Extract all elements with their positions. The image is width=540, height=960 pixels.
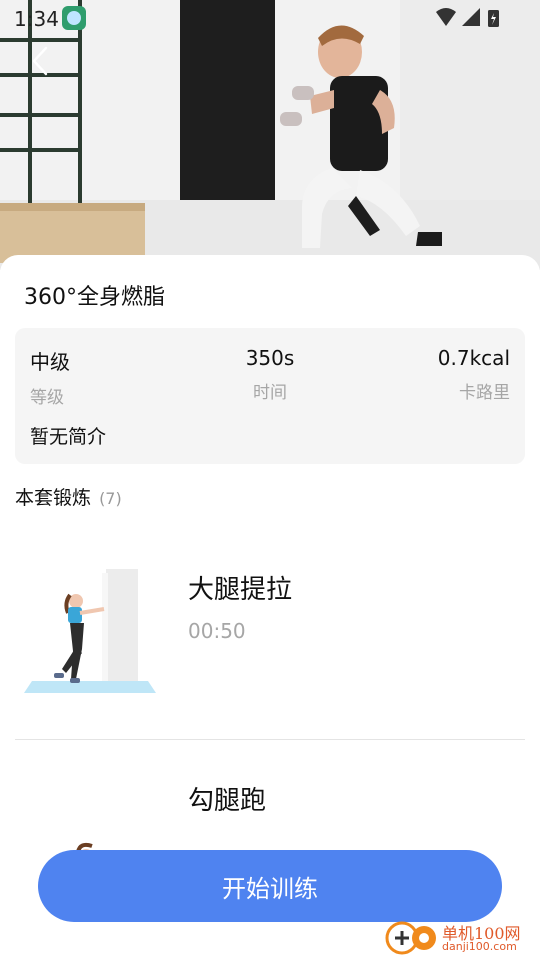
- back-arrow-icon: [32, 46, 48, 76]
- watermark-logo-icon: [385, 921, 436, 955]
- stat-calories-value: 0.7kcal: [437, 346, 510, 370]
- workout-info-card: 中级 等级 350s 时间 0.7kcal 卡路里 暂无简介: [15, 328, 525, 464]
- exercise-thumbnail: [24, 569, 156, 693]
- watermark-url: danji100.com: [442, 940, 517, 953]
- divider: [15, 739, 525, 740]
- exercise-item[interactable]: 大腿提拉 00:50: [0, 533, 540, 733]
- stat-calories-label: 卡路里: [459, 383, 510, 403]
- exercise-section-header: 本套锻炼 (7): [15, 483, 122, 510]
- exercise-count: (7): [99, 489, 122, 508]
- status-bar: 1:34: [0, 0, 540, 36]
- watermark: 单机100网 danji100.com: [384, 918, 534, 958]
- status-icons: [436, 8, 499, 27]
- stat-level-label: 等级: [30, 388, 64, 408]
- start-training-button[interactable]: 开始训练: [38, 850, 502, 922]
- exercise-name: 勾腿跑: [188, 786, 267, 816]
- hero-photo: [0, 0, 540, 270]
- workout-title: 360°全身燃脂: [24, 285, 165, 310]
- wifi-icon: [436, 8, 456, 26]
- stat-calories: 0.7kcal 卡路里: [438, 346, 510, 403]
- hero-photo-illustration: [0, 0, 540, 270]
- exercise-duration: 00:50: [188, 619, 246, 643]
- section-title: 本套锻炼: [15, 487, 92, 509]
- signal-icon: [462, 8, 480, 26]
- back-button[interactable]: [26, 44, 56, 78]
- exercise-name: 大腿提拉: [188, 575, 293, 605]
- workout-intro: 暂无简介: [30, 426, 107, 448]
- stat-time: 350s 时间: [245, 346, 295, 403]
- status-time: 1:34: [14, 7, 59, 31]
- stat-time-label: 时间: [253, 383, 287, 403]
- app-badge-icon: [62, 6, 86, 30]
- stat-level-value: 中级: [30, 350, 70, 374]
- stat-time-value: 350s: [245, 346, 295, 370]
- stat-level: 中级 等级: [30, 346, 70, 408]
